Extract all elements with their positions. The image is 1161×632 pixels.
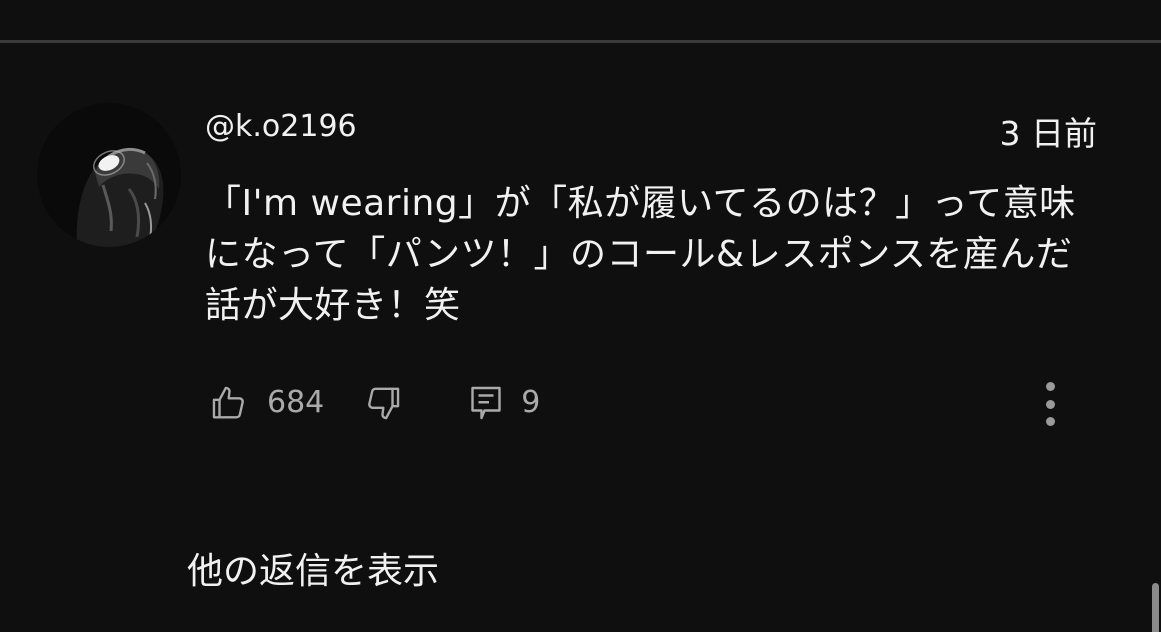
more-vert-icon [1045,382,1055,391]
comment-text: 「I'm wearing」が「私が履いてるのは？」って意味になって「パンツ！」の… [205,183,1076,326]
comment-icon [468,383,504,423]
avatar[interactable] [37,103,181,247]
show-more-replies-button[interactable]: 他の返信を表示 [187,547,439,597]
comment-timestamp: 3 日前 [999,114,1098,153]
reply-count: 9 [521,385,541,420]
thumbs-down-icon [364,384,402,422]
scrollbar[interactable] [1152,583,1159,632]
comment-action-bar: 684 9 [210,380,540,426]
more-vert-icon-dot [1045,417,1055,426]
more-options-button[interactable] [1036,378,1064,430]
reply-button[interactable]: 9 [468,383,540,423]
dislike-button[interactable] [364,384,402,422]
comment-author[interactable]: @k.o2196 [205,106,357,148]
masked-figure-avatar-icon [37,103,181,247]
thumbs-up-icon [210,384,248,422]
section-divider [0,40,1161,43]
more-vert-icon-dot [1045,399,1055,409]
top-bar [0,0,1161,40]
like-button[interactable]: 684 [210,383,324,423]
like-count: 684 [267,385,325,420]
